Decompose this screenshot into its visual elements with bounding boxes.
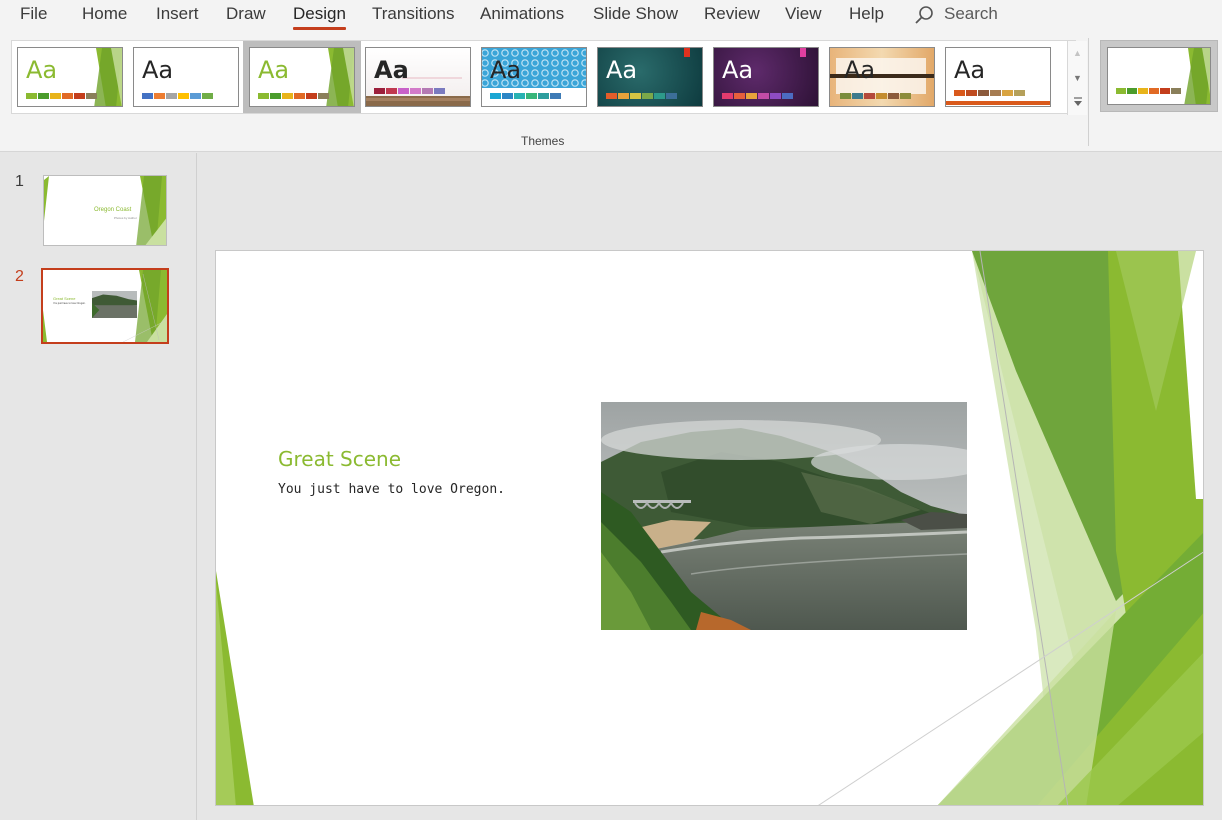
theme-thumbnail[interactable]: Aa: [829, 47, 935, 107]
menu-bar: File Home Insert Draw Design Transitions…: [0, 0, 1222, 32]
gallery-scrollbar: ▲ ▼: [1067, 41, 1087, 115]
more-icon: [1073, 96, 1083, 108]
theme-color-swatches: [722, 93, 793, 99]
theme-thumbnail[interactable]: Aa: [365, 47, 471, 107]
theme-thumbnail[interactable]: Aa: [133, 47, 239, 107]
tab-help[interactable]: Help: [849, 4, 884, 24]
ribbon-divider: [1088, 38, 1089, 146]
tab-insert[interactable]: Insert: [156, 4, 199, 24]
slide-thumbnail-pane: 1 Oregon Coast Photos by Author 2 Great …: [0, 153, 197, 820]
slide-number: 1: [15, 173, 24, 191]
coast-photo: [601, 402, 967, 630]
slide-body-text[interactable]: You just have to love Oregon.: [278, 482, 505, 497]
theme-sample-text: Aa: [606, 58, 637, 82]
theme-sample-text: Aa: [142, 58, 173, 82]
variant-color-swatches: [1116, 88, 1181, 94]
theme-color-swatches: [374, 88, 445, 94]
themes-group-label: Themes: [521, 134, 564, 148]
tab-home[interactable]: Home: [82, 4, 127, 24]
chevron-down-icon: ▼: [1073, 73, 1082, 83]
theme-thumbnail[interactable]: Aa: [17, 47, 123, 107]
tab-animations[interactable]: Animations: [480, 4, 564, 24]
slide-thumbnail-2[interactable]: Great Scene You just have to love Oregon…: [41, 268, 169, 344]
variant-preview: [1107, 47, 1211, 105]
theme-sample-text: Aa: [722, 58, 753, 82]
chevron-up-icon: ▲: [1073, 48, 1082, 58]
ribbon-design: Aa Aa Aa: [0, 32, 1222, 152]
slide-photo[interactable]: [601, 402, 967, 630]
theme-thumbnail-selected[interactable]: Aa: [249, 47, 355, 107]
thumbnail-title: Great Scene: [53, 296, 75, 301]
thumbnail-subtitle: Photos by Author: [114, 216, 137, 220]
theme-thumbnail[interactable]: Aa: [597, 47, 703, 107]
slide-thumbnail-1[interactable]: Oregon Coast Photos by Author: [43, 175, 167, 246]
search-label: Search: [944, 4, 998, 24]
theme-sample-text: Aa: [844, 58, 875, 82]
themes-gallery: Aa Aa Aa: [11, 40, 1076, 114]
theme-sample-text: Aa: [258, 58, 289, 82]
tab-transitions[interactable]: Transitions: [372, 4, 455, 24]
theme-color-swatches: [142, 93, 213, 99]
theme-sample-text: Aa: [374, 58, 409, 82]
thumbnail-title: Oregon Coast: [94, 207, 131, 213]
thumbnail-photo: [92, 291, 137, 318]
gallery-scroll-down-button[interactable]: ▼: [1068, 66, 1087, 90]
theme-color-swatches: [954, 90, 1025, 96]
variant-thumbnail[interactable]: [1100, 40, 1218, 112]
gallery-scroll-up-button[interactable]: ▲: [1068, 41, 1087, 65]
theme-color-swatches: [26, 93, 97, 99]
variant-art: [1108, 48, 1211, 105]
gallery-more-button[interactable]: [1068, 90, 1087, 114]
theme-thumbnail[interactable]: Aa: [481, 47, 587, 107]
thumbnail-subtitle: You just have to love Oregon.: [53, 302, 86, 305]
theme-color-swatches: [840, 93, 911, 99]
theme-color-swatches: [258, 93, 329, 99]
theme-thumbnail[interactable]: Aa: [945, 47, 1051, 107]
tab-file[interactable]: File: [20, 4, 47, 24]
theme-sample-text: Aa: [954, 58, 985, 82]
tab-view[interactable]: View: [785, 4, 822, 24]
search-icon: [914, 5, 934, 25]
tab-slide-show[interactable]: Slide Show: [593, 4, 678, 24]
tab-design[interactable]: Design: [293, 4, 346, 24]
theme-color-swatches: [490, 93, 561, 99]
theme-sample-text: Aa: [490, 58, 521, 82]
slide-canvas[interactable]: Great Scene You just have to love Oregon…: [215, 250, 1204, 806]
tab-draw[interactable]: Draw: [226, 4, 266, 24]
theme-thumbnail[interactable]: Aa: [713, 47, 819, 107]
slide-number: 2: [15, 268, 24, 286]
tab-review[interactable]: Review: [704, 4, 760, 24]
slide-title[interactable]: Great Scene: [278, 447, 401, 471]
theme-color-swatches: [606, 93, 677, 99]
theme-sample-text: Aa: [26, 58, 57, 82]
